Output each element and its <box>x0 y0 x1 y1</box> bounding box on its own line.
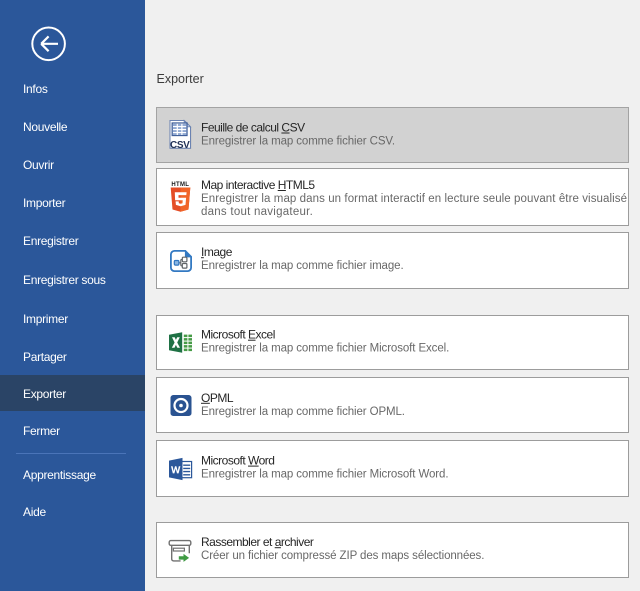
svg-text:HTML: HTML <box>171 182 189 188</box>
svg-text:CSV: CSV <box>170 140 190 151</box>
